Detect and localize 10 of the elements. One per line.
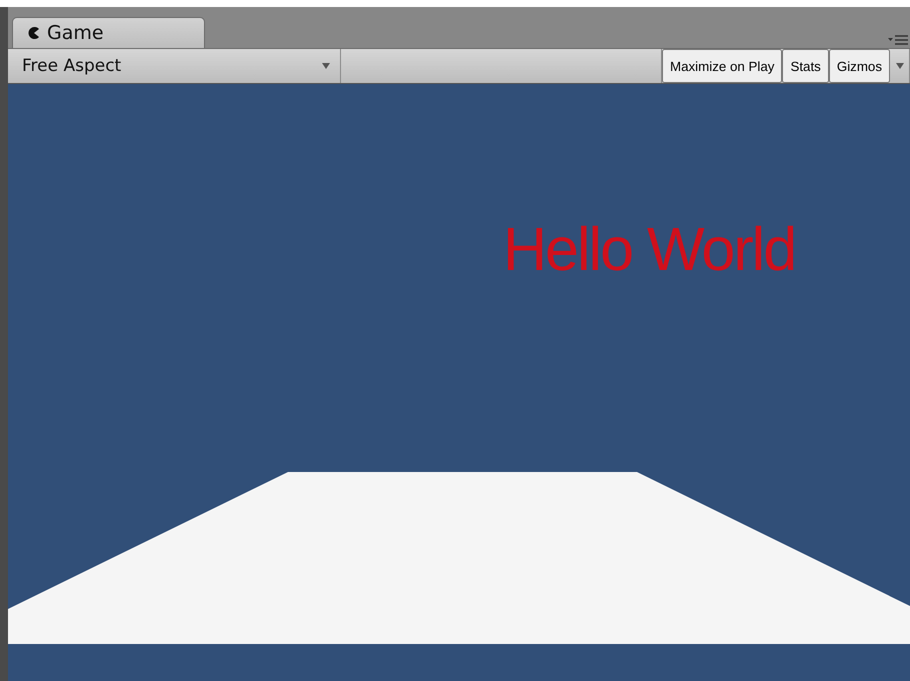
caret-icon (322, 63, 330, 69)
pacman-icon (27, 26, 41, 40)
aspect-dropdown[interactable]: Free Aspect (8, 49, 341, 83)
caret-icon (896, 63, 904, 69)
menu-icon[interactable] (888, 34, 908, 46)
hello-world-text: Hello World (503, 214, 796, 284)
toolbar-button[interactable]: Stats (782, 49, 829, 83)
toolbar-button[interactable]: Gizmos (828, 49, 890, 83)
game-tab[interactable]: Game (12, 17, 205, 48)
toolbar-button[interactable]: Maximize on Play (662, 49, 782, 83)
